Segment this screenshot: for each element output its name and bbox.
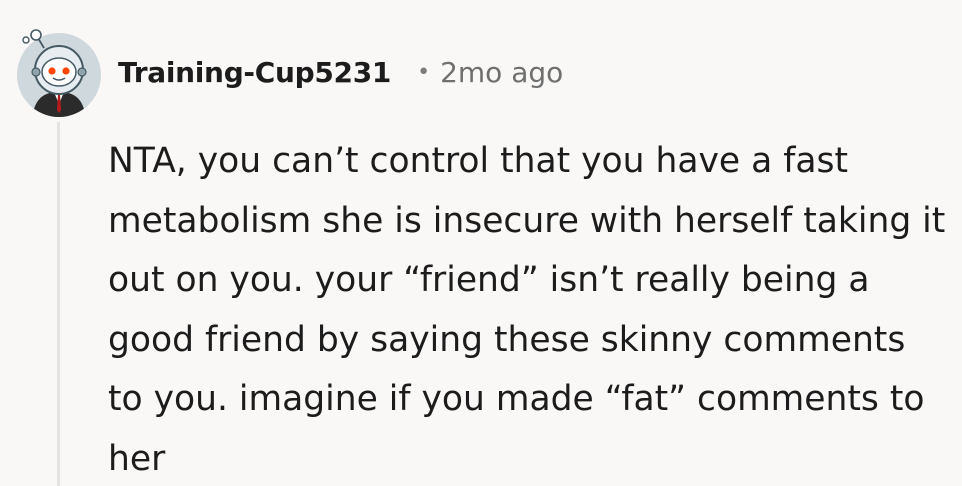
user-avatar-icon[interactable]: [14, 28, 104, 118]
separator-dot: •: [417, 59, 431, 85]
timestamp[interactable]: 2mo ago: [440, 56, 563, 89]
username-link[interactable]: Training-Cup5231: [118, 56, 391, 89]
comment-header: Training-Cup5231 • 2mo ago: [118, 50, 563, 94]
comment: Training-Cup5231 • 2mo ago NTA, you can’…: [0, 0, 962, 486]
thread-line[interactable]: [57, 122, 60, 486]
comment-body: NTA, you can’t control that you have a f…: [108, 141, 946, 479]
